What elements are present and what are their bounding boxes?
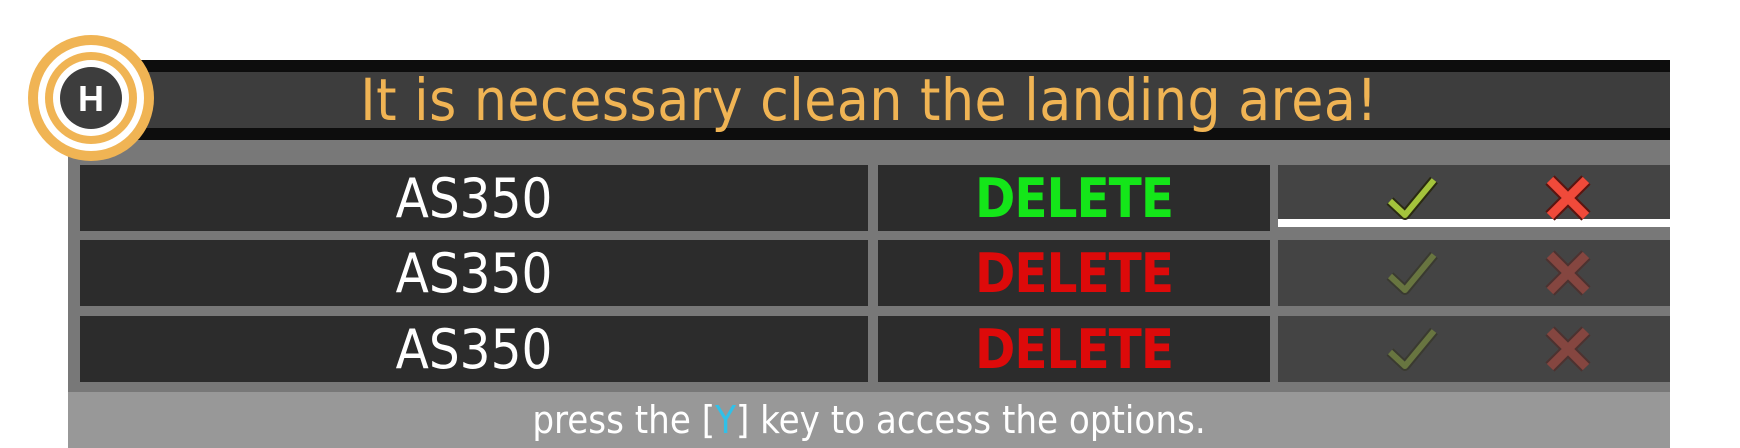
list-item[interactable]: AS350 DELETE — [68, 165, 1670, 231]
logo-letter: H — [78, 78, 104, 119]
row-options — [1278, 165, 1670, 227]
close-icon — [1545, 326, 1591, 372]
key-hint: Y — [715, 398, 736, 442]
helipad-logo: H — [28, 35, 154, 161]
close-icon — [1545, 175, 1591, 221]
close-icon — [1545, 250, 1591, 296]
delete-action[interactable]: DELETE — [878, 240, 1270, 306]
key-bracket-open: [ — [701, 398, 716, 442]
delete-action[interactable]: DELETE — [878, 165, 1270, 231]
hint-bar: press the [Y] key to access the options. — [68, 392, 1670, 448]
cancel-button[interactable] — [1542, 247, 1594, 299]
list-item[interactable]: AS350 DELETE — [68, 240, 1670, 306]
cancel-button[interactable] — [1542, 172, 1594, 224]
aircraft-name: AS350 — [80, 240, 868, 306]
confirm-button[interactable] — [1386, 247, 1438, 299]
dialog-title: It is necessary clean the landing area! — [360, 66, 1378, 134]
row-options — [1278, 240, 1670, 306]
confirm-button[interactable] — [1386, 323, 1438, 375]
hint-suffix: key to access the options. — [749, 398, 1206, 442]
check-icon — [1386, 176, 1438, 220]
delete-action[interactable]: DELETE — [878, 316, 1270, 382]
key-bracket-close: ] — [735, 398, 750, 442]
check-icon — [1386, 251, 1438, 295]
list-item[interactable]: AS350 DELETE — [68, 316, 1670, 382]
aircraft-name: AS350 — [80, 165, 868, 231]
row-options — [1278, 316, 1670, 382]
check-icon — [1386, 327, 1438, 371]
confirm-button[interactable] — [1386, 172, 1438, 224]
cancel-button[interactable] — [1542, 323, 1594, 375]
hint-prefix: press the — [532, 398, 702, 442]
aircraft-name: AS350 — [80, 316, 868, 382]
